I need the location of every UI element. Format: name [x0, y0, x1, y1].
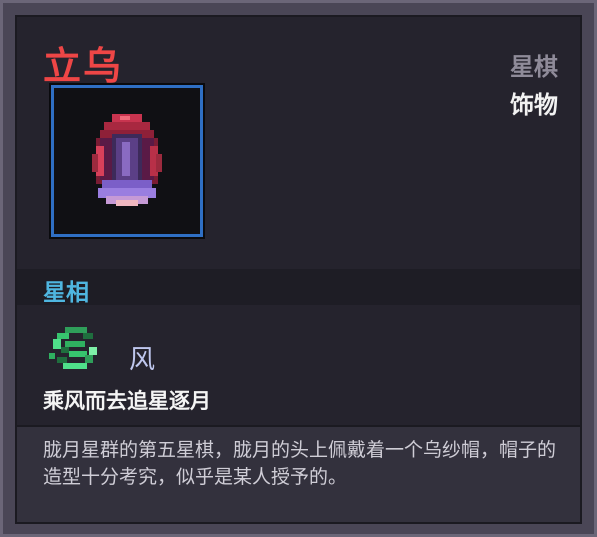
item-name: 立乌 — [43, 44, 124, 88]
section-label: 星相 — [43, 280, 89, 306]
item-tooltip-panel: 立乌 星棋 饰物 星相 风 乘风而去追星逐月 胧月星群的第五星棋，胧月的头上佩戴… — [15, 15, 582, 524]
section-header: 星相 — [17, 269, 580, 306]
item-icon-slot — [51, 85, 203, 237]
item-category: 星棋 — [510, 53, 558, 81]
aspect-description: 乘风而去追星逐月 — [43, 389, 211, 413]
wind-swirl-icon — [45, 323, 105, 383]
item-type: 饰物 — [510, 91, 558, 119]
hooded-bird-hat-icon — [92, 114, 162, 206]
item-tooltip-frame: 立乌 星棋 饰物 星相 风 乘风而去追星逐月 胧月星群的第五星棋，胧月的头上佩戴… — [0, 0, 597, 537]
aspect-name: 风 — [129, 345, 156, 375]
lore-text: 胧月星群的第五星棋，胧月的头上佩戴着一个乌纱帽，帽子的造型十分考究，似乎是某人授… — [43, 439, 557, 488]
lore-panel: 胧月星群的第五星棋，胧月的头上佩戴着一个乌纱帽，帽子的造型十分考究，似乎是某人授… — [17, 425, 580, 522]
